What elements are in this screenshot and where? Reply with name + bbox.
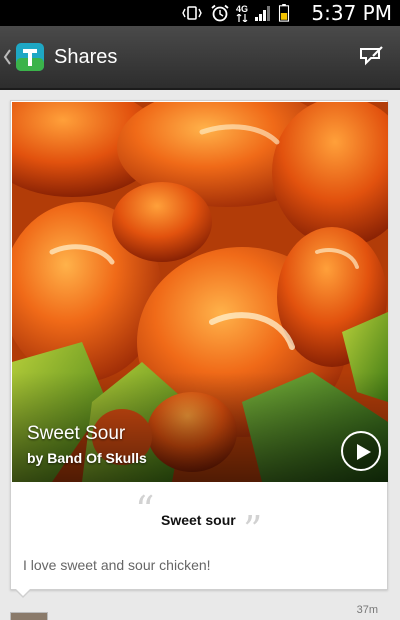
quote-close-icon: ” (243, 508, 263, 552)
network-4g-icon: 4G (236, 4, 248, 22)
signal-icon (255, 6, 270, 21)
share-comment: I love sweet and sour chicken! (23, 557, 211, 573)
timestamp: 37m (356, 604, 378, 616)
battery-icon (278, 4, 290, 22)
quote-open-icon: “ (135, 488, 155, 532)
share-quote: Sweet sour (161, 512, 236, 528)
track-title: Sweet Sour (27, 423, 126, 444)
card-pointer-fill (15, 588, 31, 596)
track-artist: by Band Of Skulls (27, 450, 147, 466)
page-title: Shares (54, 46, 118, 68)
compose-icon[interactable] (358, 44, 384, 70)
action-bar: Shares (0, 26, 400, 90)
vibrate-icon (182, 6, 202, 20)
status-bar: 4G 5:37 PM (0, 0, 400, 26)
app-logo-icon[interactable] (14, 41, 46, 73)
share-card[interactable]: Sweet Sour by Band Of Skulls “ Sweet sou… (10, 100, 388, 590)
up-chevron-icon[interactable] (2, 48, 12, 66)
alarm-icon (211, 4, 229, 22)
status-time: 5:37 PM (311, 1, 392, 25)
play-button[interactable] (341, 431, 381, 471)
avatar[interactable] (10, 612, 48, 620)
status-icons: 4G (180, 3, 290, 23)
play-icon (357, 444, 371, 460)
